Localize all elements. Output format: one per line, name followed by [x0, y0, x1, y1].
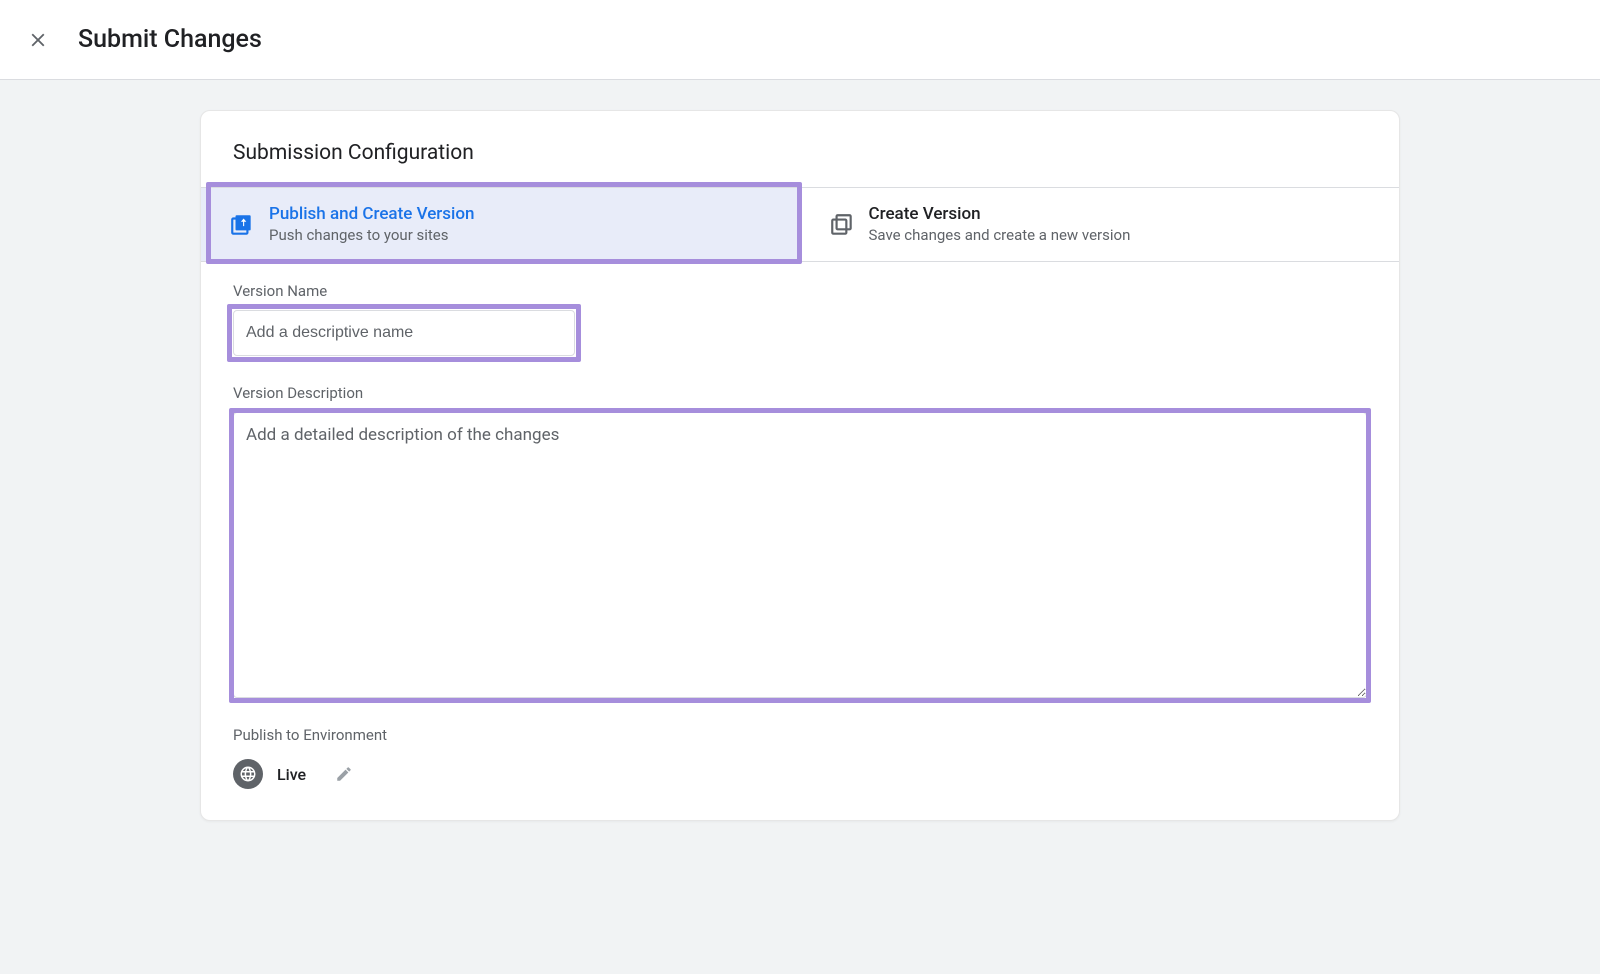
- version-name-input[interactable]: [233, 310, 575, 356]
- publish-env-label: Publish to Environment: [233, 726, 1367, 744]
- dialog-title: Submit Changes: [78, 25, 262, 54]
- environment-row: Live: [233, 758, 1367, 790]
- option-create-subtitle: Save changes and create a new version: [869, 226, 1131, 246]
- edit-environment-button[interactable]: [328, 758, 360, 790]
- content-area: Submission Configuration Publish and Cre…: [0, 80, 1600, 881]
- submission-card: Submission Configuration Publish and Cre…: [200, 110, 1400, 821]
- pencil-icon: [335, 765, 353, 783]
- option-create-version[interactable]: Create Version Save changes and create a…: [800, 187, 1400, 262]
- option-publish-title: Publish and Create Version: [269, 203, 475, 226]
- globe-icon: [233, 759, 263, 789]
- close-button[interactable]: [14, 16, 62, 64]
- create-version-icon: [829, 212, 869, 238]
- option-publish-and-create[interactable]: Publish and Create Version Push changes …: [201, 187, 800, 262]
- environment-name: Live: [277, 765, 306, 784]
- dialog-header: Submit Changes: [0, 0, 1600, 80]
- version-description-input[interactable]: [233, 412, 1367, 698]
- option-publish-subtitle: Push changes to your sites: [269, 226, 475, 246]
- version-name-label: Version Name: [233, 282, 1367, 300]
- option-row: Publish and Create Version Push changes …: [201, 187, 1399, 262]
- publish-icon: [229, 212, 269, 238]
- close-icon: [27, 29, 49, 51]
- card-title: Submission Configuration: [201, 111, 1399, 187]
- option-create-title: Create Version: [869, 203, 1131, 226]
- version-description-label: Version Description: [233, 384, 1367, 402]
